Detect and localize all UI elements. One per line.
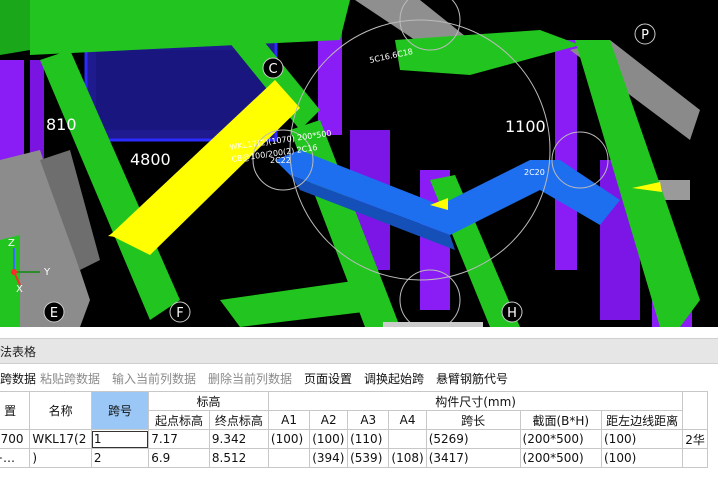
- col-header-a2[interactable]: A2: [309, 410, 349, 430]
- panel-header: 法表格: [0, 338, 718, 364]
- col-header-overflow: [682, 391, 708, 430]
- dimension-label: 4800: [130, 150, 171, 169]
- cell-edge-dist[interactable]: (100): [600, 429, 684, 449]
- toolbar-button[interactable]: 删除当前列数据: [208, 370, 292, 387]
- dimension-label: 1100: [505, 117, 546, 136]
- cell-section[interactable]: (200*500): [519, 448, 603, 468]
- cell-name[interactable]: ): [29, 448, 92, 468]
- toolbar-button[interactable]: 粘贴跨数据: [40, 370, 100, 387]
- dimension-label: 810: [46, 115, 77, 134]
- cell-edge-dist[interactable]: (100): [600, 448, 684, 468]
- axis-marker-p: P: [634, 23, 656, 45]
- col-header-span-no[interactable]: 跨号: [90, 391, 150, 430]
- table-toolbar: 跨数据 粘贴跨数据 输入当前列数据 删除当前列数据 页面设置 调换起始跨 悬臂钢筋代号: [0, 367, 718, 389]
- toolbar-button[interactable]: 跨数据: [0, 370, 36, 387]
- svg-text:F: F: [176, 306, 183, 321]
- col-header-span-len[interactable]: 跨长: [425, 410, 521, 430]
- col-group-elevation: 标高: [148, 391, 269, 411]
- cell-span-len[interactable]: (5269): [425, 429, 521, 449]
- cell-overflow: [682, 448, 708, 468]
- cell-name[interactable]: WKL17(2: [29, 429, 92, 449]
- attribute-table-panel: 法表格 跨数据 粘贴跨数据 输入当前列数据 删除当前列数据 页面设置 调换起始跨 悬臂钢筋代…: [0, 327, 718, 491]
- cell-position[interactable]: 2700: [0, 429, 31, 449]
- cell-span-no[interactable]: 1: [90, 429, 150, 449]
- green-beam: [30, 0, 350, 55]
- 3d-model-viewport[interactable]: C P E F H 810 4800 1100 WKL17(2)(1070) 2…: [0, 0, 718, 327]
- cell-section[interactable]: (200*500): [519, 429, 603, 449]
- cell-a2[interactable]: (394): [309, 448, 349, 468]
- col-header-position[interactable]: 置: [0, 391, 31, 430]
- cell-a4[interactable]: (108): [388, 448, 427, 468]
- col-header-start-elev[interactable]: 起点标高: [148, 410, 210, 430]
- table-header-row-1: 置 名称 跨号 标高 构件尺寸(mm): [0, 391, 708, 430]
- table-row: +… ) 2 6.9 8.512 (394) (539) (108) (3417…: [0, 448, 708, 468]
- panel-title: 法表格: [0, 345, 37, 359]
- cell-span-len[interactable]: (3417): [425, 448, 521, 468]
- svg-text:C: C: [268, 62, 277, 77]
- cell-a3[interactable]: (539): [347, 448, 390, 468]
- cell-a1[interactable]: [267, 448, 311, 468]
- toolbar-button[interactable]: 悬臂钢筋代号: [436, 370, 508, 387]
- span-table: 置 名称 跨号 标高 构件尺寸(mm) 起点标高 终点标高 A1 A2 A3 A…: [0, 391, 708, 468]
- col-group-dimensions: 构件尺寸(mm): [267, 391, 684, 411]
- green-beam: [220, 280, 380, 327]
- svg-text:X: X: [16, 284, 23, 295]
- col-header-a3[interactable]: A3: [347, 410, 390, 430]
- 3d-scene[interactable]: C P E F H 810 4800 1100 WKL17(2)(1070) 2…: [0, 0, 718, 327]
- table-row: 2700 WKL17(2 1 7.17 9.342 (100) (100) (1…: [0, 429, 708, 449]
- cell-a2[interactable]: (100): [309, 429, 349, 449]
- svg-text:P: P: [641, 28, 649, 43]
- purple-wall: [555, 40, 577, 270]
- axis-marker-c: C: [262, 57, 284, 79]
- axis-marker-h: H: [501, 301, 523, 323]
- col-header-section[interactable]: 截面(B*H): [519, 410, 603, 430]
- svg-text:Z: Z: [8, 238, 15, 249]
- green-beam: [0, 0, 30, 55]
- cell-a1[interactable]: (100): [267, 429, 311, 449]
- axis-marker-e: E: [43, 301, 65, 323]
- col-header-end-elev[interactable]: 终点标高: [208, 410, 269, 430]
- col-header-edge-dist[interactable]: 距左边线距离: [600, 410, 684, 430]
- cell-a3[interactable]: (110): [347, 429, 390, 449]
- rebar-label: 2C20: [524, 168, 545, 177]
- cell-end-elev[interactable]: 8.512: [208, 448, 269, 468]
- cell-span-no[interactable]: 2: [90, 448, 150, 468]
- toolbar-button[interactable]: 页面设置: [304, 370, 352, 387]
- cell-position[interactable]: +…: [0, 448, 31, 468]
- cell-a4[interactable]: [388, 429, 427, 449]
- toolbar-button[interactable]: 调换起始跨: [364, 370, 424, 387]
- axis-marker-f: F: [169, 301, 191, 323]
- cell-end-elev[interactable]: 9.342: [208, 429, 269, 449]
- svg-text:H: H: [507, 306, 517, 321]
- col-header-a4[interactable]: A4: [388, 410, 427, 430]
- cell-start-elev[interactable]: 6.9: [148, 448, 210, 468]
- rebar-label: 2C22: [270, 156, 291, 165]
- cell-overflow: 2华: [682, 429, 708, 449]
- purple-wall: [0, 60, 24, 170]
- svg-text:Y: Y: [43, 267, 51, 278]
- col-header-a1[interactable]: A1: [267, 410, 311, 430]
- svg-text:E: E: [50, 306, 58, 321]
- toolbar-button[interactable]: 输入当前列数据: [112, 370, 196, 387]
- cell-start-elev[interactable]: 7.17: [148, 429, 210, 449]
- col-header-name[interactable]: 名称: [29, 391, 92, 430]
